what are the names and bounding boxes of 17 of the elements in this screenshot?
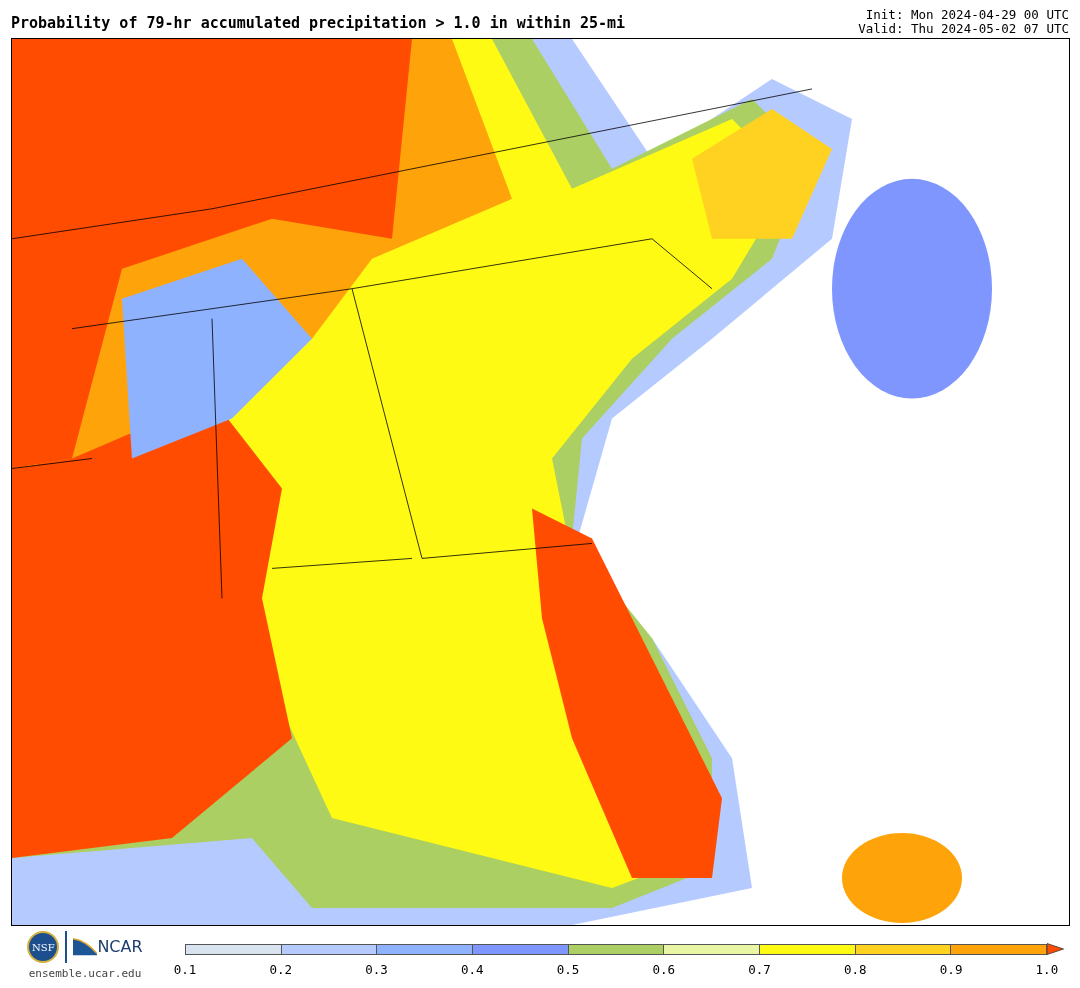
colorbar-tick-label: 0.5 (555, 962, 581, 977)
chart-title: Probability of 79-hr accumulated precipitation > 1.0 in within 25-mi (11, 14, 626, 32)
colorbar-tick-label: 0.7 (747, 962, 772, 977)
colorbar-tick-label: 0.4 (460, 962, 485, 977)
colorbar-tick-label: 0.2 (268, 962, 294, 977)
site-url: ensemble.ucar.edu (28, 967, 142, 980)
init-time: Init: Mon 2024-04-29 00 UTC (865, 8, 1069, 22)
ncar-logo-icon (73, 938, 98, 956)
nsf-logo: NSF (27, 931, 60, 963)
colorbar-tick-label: 1.0 (1034, 962, 1060, 977)
ncar-logo-text: NCAR (97, 938, 143, 956)
colorbar-tick-label: 0.1 (172, 962, 198, 977)
colorbar-tick-label: 0.3 (364, 962, 389, 977)
colorbar-tick-label: 0.6 (651, 962, 677, 977)
colorbar-tick-label: 0.9 (938, 962, 964, 977)
colorbar-tick-label: 0.8 (843, 962, 868, 977)
valid-time: Valid: Thu 2024-05-02 07 UTC (858, 22, 1069, 36)
